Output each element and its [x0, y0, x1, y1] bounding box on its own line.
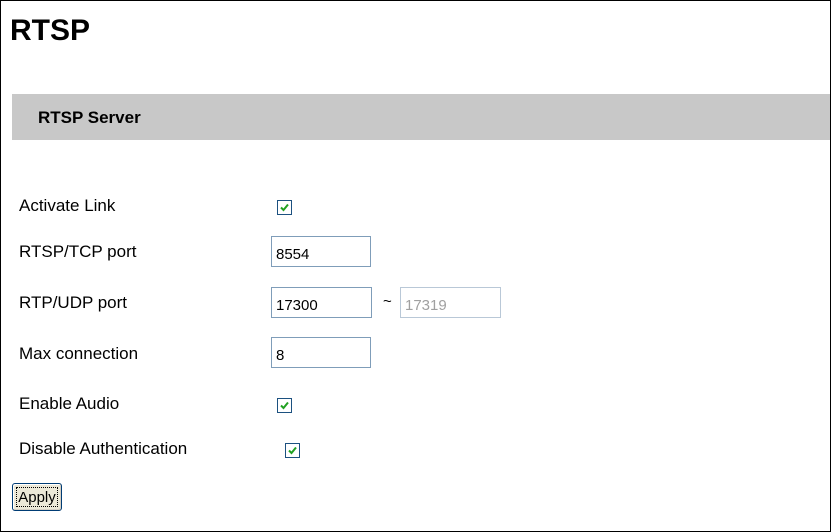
max-connection-label: Max connection [19, 344, 139, 363]
rtsp-tcp-port-label: RTSP/TCP port [19, 242, 137, 261]
rtp-udp-port-start-input[interactable] [271, 287, 372, 318]
apply-button[interactable]: Apply [12, 483, 62, 511]
checkmark-icon [280, 203, 289, 212]
apply-button-label: Apply [18, 488, 56, 506]
max-connection-input[interactable] [271, 337, 371, 368]
disable-authentication-checkbox[interactable] [285, 443, 300, 458]
page-title: RTSP [10, 14, 91, 47]
checkmark-icon [280, 401, 289, 410]
port-range-separator: ~ [383, 293, 392, 310]
checkmark-icon [288, 446, 297, 455]
section-title: RTSP Server [38, 108, 141, 127]
activate-link-checkbox[interactable] [277, 200, 292, 215]
rtp-udp-port-label: RTP/UDP port [19, 293, 128, 312]
enable-audio-checkbox[interactable] [277, 398, 292, 413]
section-header: RTSP Server [12, 94, 830, 140]
enable-audio-label: Enable Audio [19, 394, 120, 413]
rtp-udp-port-end-input [400, 287, 501, 318]
rtsp-tcp-port-input[interactable] [271, 236, 371, 267]
disable-authentication-label: Disable Authentication [19, 439, 188, 458]
activate-link-label: Activate Link [19, 196, 116, 215]
